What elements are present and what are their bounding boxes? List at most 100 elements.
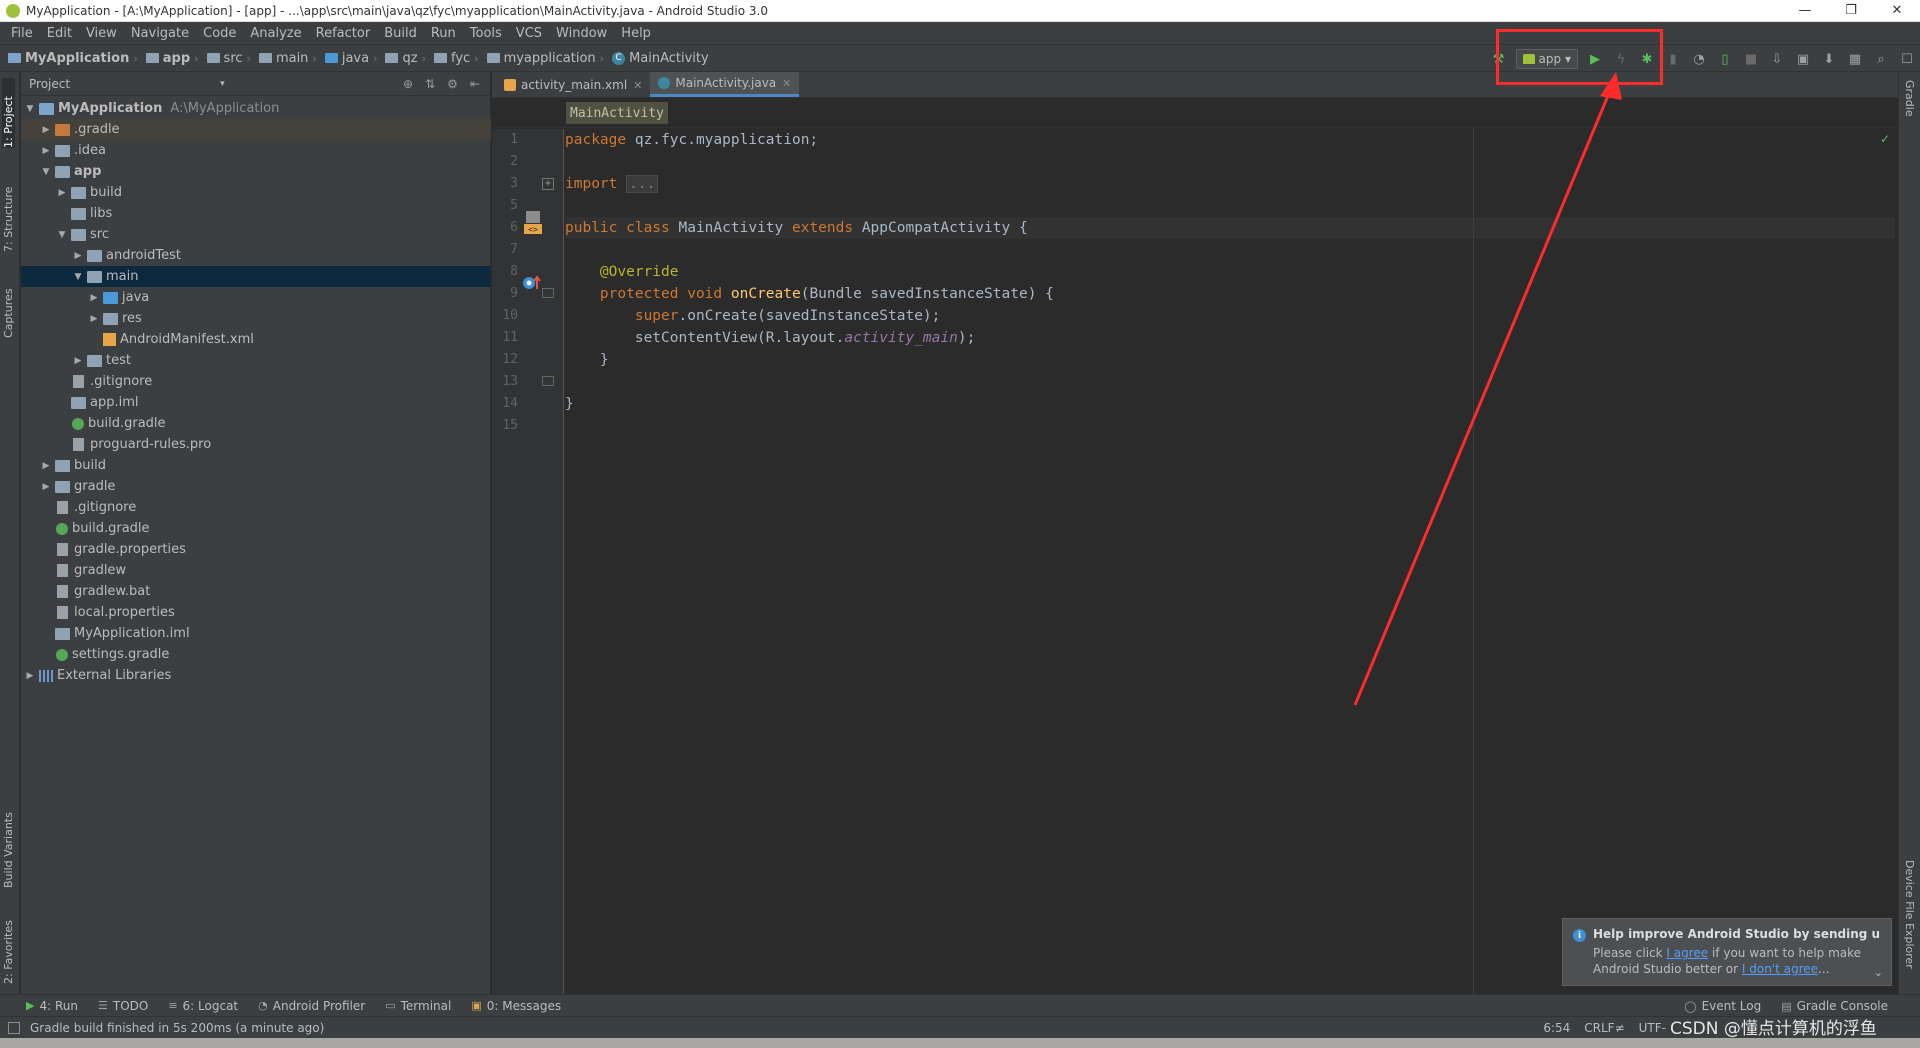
toggle-tool-windows-icon[interactable] [8,1021,20,1034]
tree-item-myapplication-iml[interactable]: MyApplication.iml [21,623,491,644]
tool-terminal[interactable]: ▭ Terminal [385,999,451,1013]
tree-item-gradle[interactable]: ▶ gradle [21,476,491,497]
menu-edit[interactable]: Edit [40,26,79,41]
minimize-button[interactable]: — [1782,0,1828,22]
sync-gradle-icon[interactable]: ⇩ [1765,48,1789,70]
tool-event-log[interactable]: ◯ Event Log [1684,999,1761,1013]
tab-activity-main-xml[interactable]: activity_main.xml ✕ [496,73,650,97]
menu-build[interactable]: Build [377,26,424,41]
tree-item-app-build[interactable]: ▶ build [21,182,491,203]
collapsed-arrow-icon[interactable]: ▶ [39,461,53,471]
breadcrumb-module[interactable]: app [138,51,194,66]
tool-logcat[interactable]: ≡ 6: Logcat [168,999,238,1013]
tree-item-gradle-dir[interactable]: ▶ .gradle [21,119,491,140]
close-tab-icon[interactable]: ✕ [782,77,791,90]
folded-imports[interactable]: ... [626,175,659,193]
tree-item-idea[interactable]: ▶ .idea [21,140,491,161]
tool-gradle-console[interactable]: ▤ Gradle Console [1781,999,1888,1013]
tree-item-external-libraries[interactable]: ▶ External Libraries [21,665,491,686]
tree-item-androidtest[interactable]: ▶ androidTest [21,245,491,266]
menu-vcs[interactable]: VCS [509,26,549,41]
breadcrumb-src[interactable]: src [199,51,247,66]
search-everywhere-icon[interactable]: ⌕ [1869,48,1893,70]
gear-icon[interactable]: ⚙ [447,77,458,91]
dropdown-arrow-icon[interactable]: ▾ [220,79,225,89]
scroll-from-source-icon[interactable]: ⊕ [403,77,413,91]
tree-item-app-iml[interactable]: app.iml [21,392,491,413]
tool-todo[interactable]: ☰ TODO [98,999,148,1013]
run-with-coverage-icon[interactable]: ▮ [1661,48,1685,70]
menu-run[interactable]: Run [424,26,463,41]
file-encoding[interactable]: UTF- [1639,1021,1666,1035]
line-separator[interactable]: CRLF≠ [1584,1021,1624,1035]
sdk-manager-icon[interactable]: ⬇ [1817,48,1841,70]
menu-window[interactable]: Window [549,26,614,41]
tool-run[interactable]: ▶ 4: Run [26,999,78,1013]
chevron-down-icon[interactable]: ⌄ [1874,966,1883,979]
tree-item-settings-gradle[interactable]: settings.gradle [21,644,491,665]
tab-mainactivity-java[interactable]: MainActivity.java ✕ [650,72,800,97]
tree-item-java[interactable]: ▶ java [21,287,491,308]
close-tab-icon[interactable]: ✕ [633,79,642,92]
tree-item-build[interactable]: ▶ build [21,455,491,476]
attach-debugger-icon[interactable]: ▯ [1713,48,1737,70]
project-structure-icon[interactable]: ▦ [1843,48,1867,70]
expanded-arrow-icon[interactable]: ▼ [55,230,69,240]
expanded-arrow-icon[interactable]: ▼ [39,167,53,177]
menu-analyze[interactable]: Analyze [243,26,308,41]
user-profile-icon[interactable]: ☐ [1895,48,1919,70]
tab-structure[interactable]: 7: Structure [2,168,15,252]
tree-item-libs[interactable]: libs [21,203,491,224]
menu-navigate[interactable]: Navigate [124,26,196,41]
tree-item-src[interactable]: ▼ src [21,224,491,245]
collapse-all-icon[interactable]: ⇅ [425,77,435,91]
layout-file-gutter-icon[interactable]: <> [524,211,542,237]
menu-file[interactable]: File [4,26,40,41]
tree-item-app-build-gradle[interactable]: build.gradle [21,413,491,434]
collapsed-arrow-icon[interactable]: ▶ [71,251,85,261]
collapsed-arrow-icon[interactable]: ▶ [87,293,101,303]
tab-gradle[interactable]: Gradle [1903,80,1916,117]
menu-tools[interactable]: Tools [463,26,509,41]
tree-item-local-properties[interactable]: local.properties [21,602,491,623]
tree-item-res[interactable]: ▶ res [21,308,491,329]
tab-captures[interactable]: Captures [2,268,15,338]
menu-refactor[interactable]: Refactor [309,26,378,41]
class-breadcrumb[interactable]: MainActivity [566,102,668,124]
tab-build-variants[interactable]: Build Variants [2,790,15,888]
breadcrumb-main[interactable]: main [251,51,312,66]
restore-button[interactable]: ❐ [1828,0,1874,22]
menu-view[interactable]: View [79,26,124,41]
collapsed-arrow-icon[interactable]: ▶ [23,671,37,681]
expanded-arrow-icon[interactable]: ▼ [23,104,37,114]
tree-item-build-gradle[interactable]: build.gradle [21,518,491,539]
menu-help[interactable]: Help [614,26,658,41]
breadcrumb-myapplication[interactable]: myapplication [479,51,600,66]
avd-manager-icon[interactable]: ▣ [1791,48,1815,70]
agree-link[interactable]: I agree [1666,946,1708,960]
breadcrumb-fyc[interactable]: fyc [426,51,474,66]
tree-item-gradlew-bat[interactable]: gradlew.bat [21,581,491,602]
tree-item-androidmanifest[interactable]: AndroidManifest.xml [21,329,491,350]
collapsed-arrow-icon[interactable]: ▶ [39,125,53,135]
tool-messages[interactable]: ▣ 0: Messages [471,999,561,1013]
tree-item-app[interactable]: ▼ app [21,161,491,182]
breadcrumb-mainactivity[interactable]: C MainActivity [604,51,713,66]
code-editor[interactable]: package qz.fyc.myapplication; import ...… [565,129,1895,994]
tree-item-main[interactable]: ▼ main [21,266,491,287]
tree-item-test[interactable]: ▶ test [21,350,491,371]
project-view-selector[interactable]: Project [29,77,70,91]
stop-icon[interactable]: ■ [1739,48,1763,70]
collapse-fold-icon[interactable] [542,376,554,386]
collapse-fold-icon[interactable] [542,288,554,298]
profile-icon[interactable]: ◔ [1687,48,1711,70]
collapsed-arrow-icon[interactable]: ▶ [55,188,69,198]
caret-position[interactable]: 6:54 [1543,1021,1570,1035]
tab-project[interactable]: 1: Project [2,78,15,148]
override-method-gutter-icon[interactable] [522,275,542,291]
breadcrumb-project[interactable]: MyApplication [0,51,133,66]
tab-device-file-explorer[interactable]: Device File Explorer [1903,860,1916,969]
collapsed-arrow-icon[interactable]: ▶ [39,146,53,156]
tree-item-gradle-properties[interactable]: gradle.properties [21,539,491,560]
breadcrumb-qz[interactable]: qz [377,51,421,66]
